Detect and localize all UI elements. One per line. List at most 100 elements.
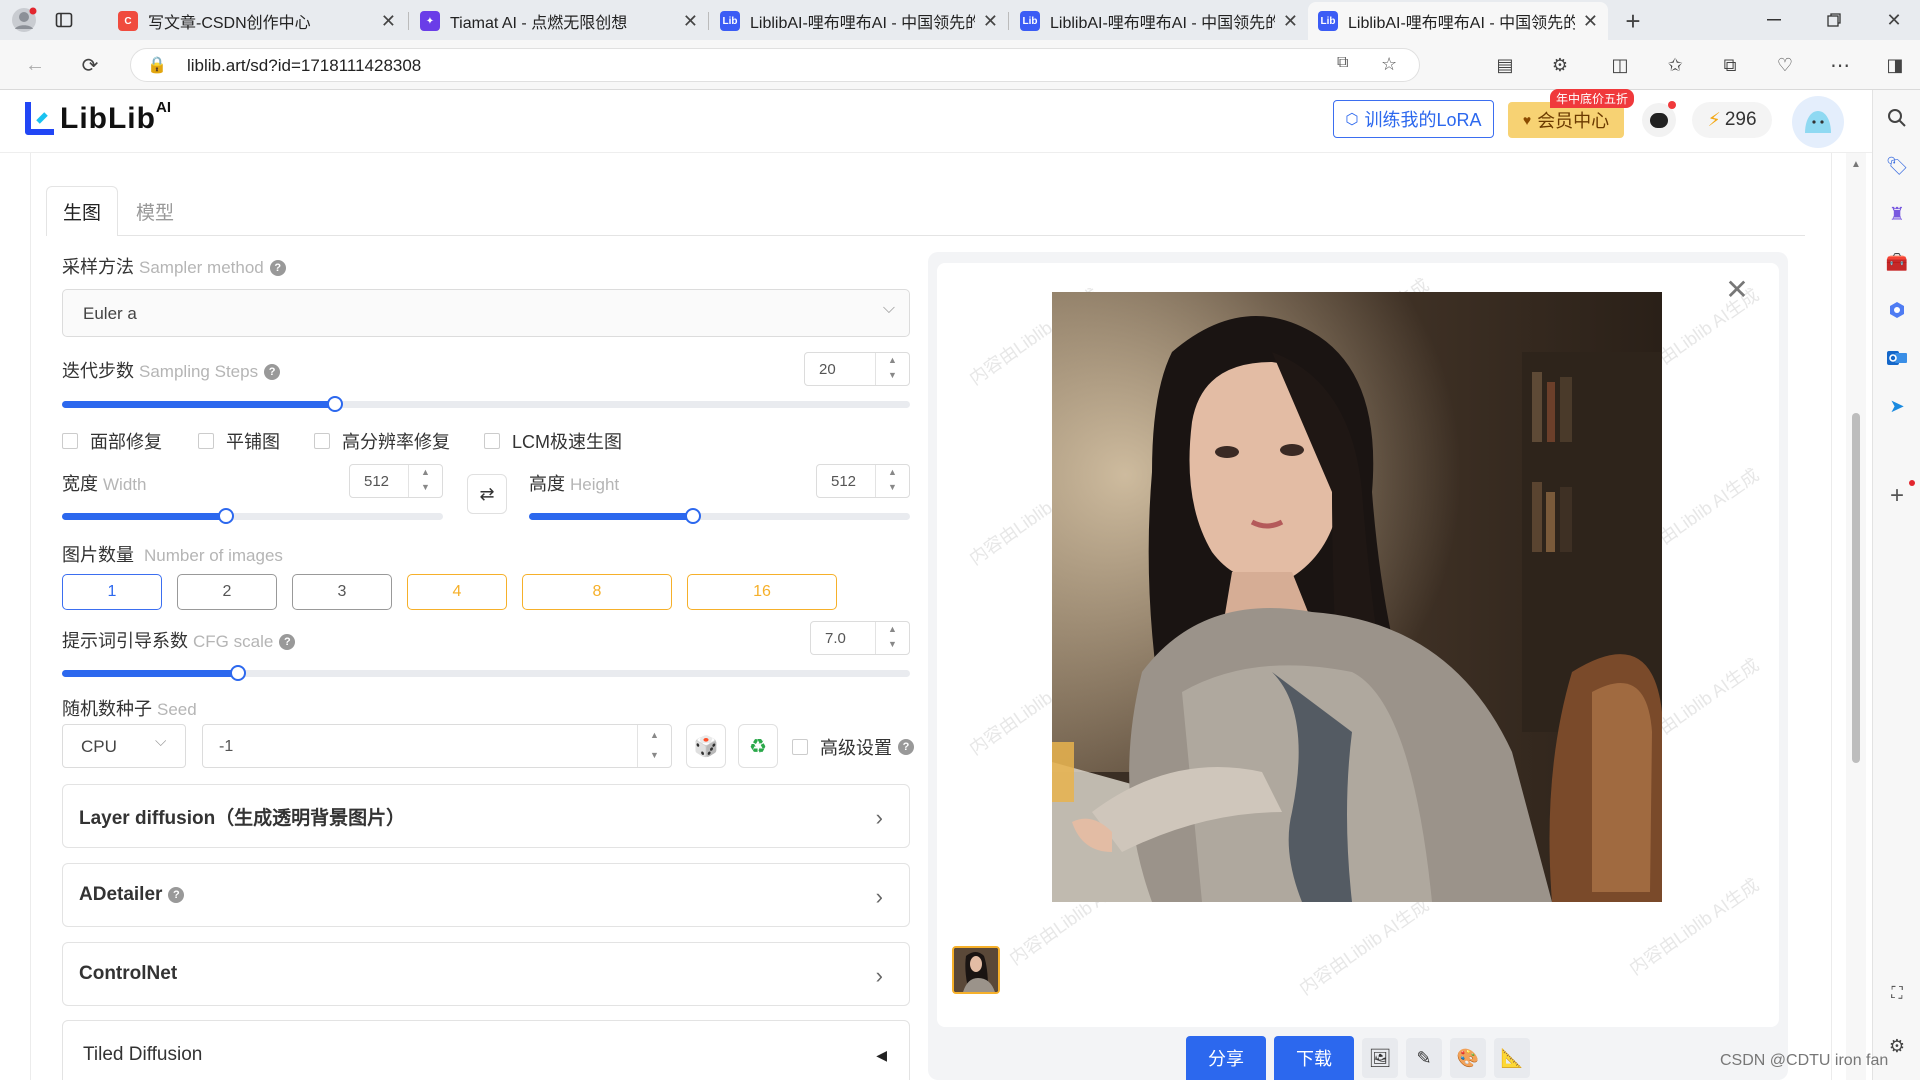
checkbox-box[interactable] (792, 739, 808, 755)
tab-actions-icon[interactable] (50, 6, 78, 34)
help-icon[interactable]: ? (168, 887, 185, 903)
close-preview-icon[interactable]: ✕ (1722, 274, 1752, 305)
train-lora-button[interactable]: ⬡ 训练我的LoRA (1333, 100, 1494, 138)
width-slider[interactable] (62, 508, 443, 524)
stepper-arrows-icon[interactable]: ▲ ▼ (875, 622, 909, 654)
browser-essentials-icon[interactable]: ♡ (1770, 50, 1800, 80)
search-icon[interactable] (1883, 104, 1911, 132)
random-seed-button[interactable]: 🎲 (686, 724, 726, 768)
share-button[interactable]: 分享 (1186, 1036, 1266, 1080)
layer-diffusion-panel[interactable]: Layer diffusion（生成透明背景图片） › (62, 784, 910, 848)
recycle-seed-button[interactable]: ♻ (738, 724, 778, 768)
count-16-button[interactable]: 16 (687, 574, 837, 610)
stepper-arrows-icon[interactable]: ▲ ▼ (875, 353, 909, 385)
favorites-icon[interactable]: ✩ (1660, 50, 1690, 80)
chess-piece-icon[interactable]: ♜ (1883, 200, 1911, 228)
close-window-icon[interactable]: ✕ (1880, 6, 1908, 34)
checkbox-box[interactable] (198, 433, 214, 449)
count-2-button[interactable]: 2 (177, 574, 277, 610)
steps-input[interactable]: 20 ▲ ▼ (804, 352, 910, 386)
tiling-checkbox[interactable]: 平铺图 (198, 428, 280, 454)
adetailer-panel[interactable]: ADetailer? › (62, 863, 910, 927)
tab-model[interactable]: 模型 (120, 186, 190, 236)
split-screen-icon[interactable]: ◫ (1605, 50, 1635, 80)
count-4-button[interactable]: 4 (407, 574, 507, 610)
sidebar-toggle-icon[interactable]: ◨ (1880, 50, 1910, 80)
address-bar[interactable]: 🔒 liblib.art/sd?id=1718111428308 ☆ ⧉ (130, 48, 1420, 82)
close-tab-icon[interactable]: ✕ (683, 11, 698, 32)
browser-tab-tiamat[interactable]: ✦ Tiamat AI - 点燃无限创想 ✕ (410, 2, 708, 40)
hires-fix-checkbox[interactable]: 高分辨率修复 (314, 428, 450, 454)
inpaint-button[interactable]: ✎ (1406, 1038, 1442, 1078)
help-icon[interactable]: ? (269, 260, 286, 276)
height-slider[interactable] (529, 508, 910, 524)
sampler-select[interactable]: Euler a ⌵ (62, 289, 910, 337)
advanced-settings-checkbox[interactable]: 高级设置? (792, 734, 914, 760)
close-tab-icon[interactable]: ✕ (1583, 11, 1598, 32)
send-icon[interactable]: ➤ (1883, 392, 1911, 420)
browser-tab-liblib-active[interactable]: Lib LiblibAI-哩布哩布AI - 中国领先的 ✕ (1308, 2, 1608, 40)
steps-slider[interactable] (62, 396, 910, 412)
browser-tab-liblib-1[interactable]: Lib LiblibAI-哩布哩布AI - 中国领先的 ✕ (710, 2, 1008, 40)
send-to-img2img-button[interactable]: 🖼 (1362, 1038, 1398, 1078)
collections-icon[interactable]: ▤ (1490, 50, 1520, 80)
ruler-button[interactable]: 📐 (1494, 1038, 1530, 1078)
width-slider-handle[interactable] (217, 508, 234, 524)
points-button[interactable]: ⚡ 296 (1692, 102, 1772, 138)
stepper-arrows-icon[interactable]: ▲ ▼ (875, 465, 909, 497)
swap-dimensions-button[interactable]: ⇄ (467, 474, 507, 514)
checkbox-box[interactable] (62, 433, 78, 449)
help-icon[interactable]: ? (279, 634, 296, 650)
browser-tab-csdn[interactable]: C 写文章-CSDN创作中心 ✕ (108, 2, 406, 40)
more-menu-icon[interactable]: ⋯ (1825, 50, 1855, 80)
controlnet-panel[interactable]: ControlNet › (62, 942, 910, 1006)
restore-icon[interactable] (1820, 6, 1848, 34)
liblib-logo[interactable]: LibLib AI (24, 99, 171, 136)
cfg-input[interactable]: 7.0 ▲ ▼ (810, 621, 910, 655)
shopping-tag-icon[interactable]: 🏷 (1883, 152, 1911, 180)
page-scrollbar[interactable]: ▲ (1846, 153, 1866, 1080)
tiled-diffusion-panel[interactable]: Tiled Diffusion ◀ (62, 1020, 910, 1080)
close-tab-icon[interactable]: ✕ (1283, 11, 1298, 32)
close-tab-icon[interactable]: ✕ (983, 11, 998, 32)
lock-icon[interactable]: 🔒 (147, 55, 167, 75)
url-text[interactable]: liblib.art/sd?id=1718111428308 (187, 56, 421, 76)
add-sidebar-app-icon[interactable]: + (1883, 482, 1911, 510)
back-icon[interactable]: ← (20, 50, 50, 80)
minimize-icon[interactable] (1760, 6, 1788, 34)
height-input[interactable]: 512 ▲ ▼ (816, 464, 910, 498)
face-restore-checkbox[interactable]: 面部修复 (62, 428, 162, 454)
reload-icon[interactable]: ⟳ (75, 50, 105, 80)
help-icon[interactable]: ? (898, 739, 914, 755)
help-icon[interactable]: ? (264, 364, 281, 380)
tab-generate[interactable]: 生图 (46, 186, 118, 236)
outlook-icon[interactable] (1883, 344, 1911, 372)
browser-tab-liblib-2[interactable]: Lib LiblibAI-哩布哩布AI - 中国领先的 ✕ (1010, 2, 1308, 40)
stepper-arrows-icon[interactable]: ▲ ▼ (408, 465, 442, 497)
cfg-slider[interactable] (62, 665, 910, 681)
app-available-icon[interactable]: ⧉ (1337, 54, 1348, 72)
profile-icon[interactable] (10, 6, 38, 34)
extensions-icon[interactable]: ⚙ (1545, 50, 1575, 80)
steps-slider-handle[interactable] (327, 396, 344, 412)
count-3-button[interactable]: 3 (292, 574, 392, 610)
lcm-checkbox[interactable]: LCM极速生图 (484, 428, 622, 454)
stepper-arrows-icon[interactable]: ▲ ▼ (637, 725, 671, 767)
checkbox-box[interactable] (314, 433, 330, 449)
scrollbar-thumb[interactable] (1852, 413, 1860, 763)
palette-button[interactable]: 🎨 (1450, 1038, 1486, 1078)
avatar[interactable] (1792, 96, 1844, 148)
copilot-icon[interactable] (1883, 296, 1911, 324)
screenshot-icon[interactable]: ⛶ (1883, 980, 1911, 1008)
generated-image[interactable] (1052, 292, 1662, 902)
height-slider-handle[interactable] (684, 508, 701, 524)
close-tab-icon[interactable]: ✕ (381, 11, 396, 32)
seed-device-select[interactable]: CPU ⌵ (62, 724, 186, 768)
toolbox-icon[interactable]: 🧰 (1883, 248, 1911, 276)
favorite-star-icon[interactable]: ☆ (1381, 54, 1397, 75)
tab-collections-icon[interactable]: ⧉ (1715, 50, 1745, 80)
checkbox-box[interactable] (484, 433, 500, 449)
thumbnail-image[interactable] (952, 946, 1000, 994)
new-tab-icon[interactable]: + (1618, 6, 1648, 36)
scroll-up-arrow-icon[interactable]: ▲ (1851, 159, 1861, 170)
